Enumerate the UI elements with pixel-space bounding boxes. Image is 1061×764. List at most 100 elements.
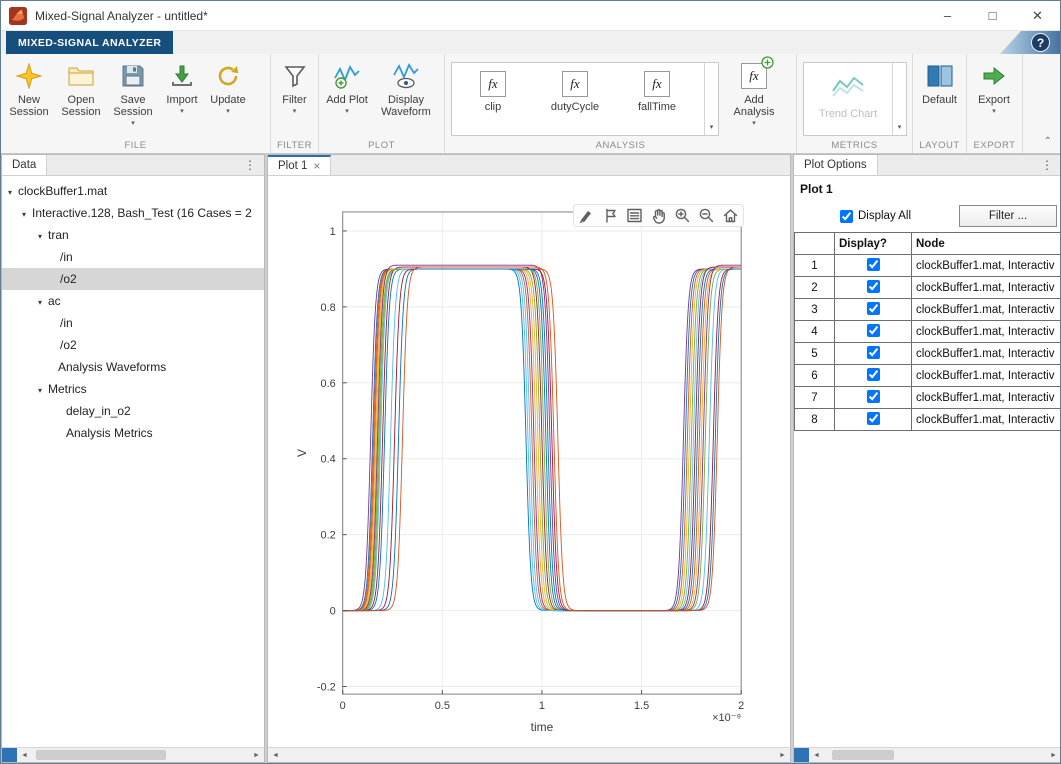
save-session-dropdown-icon[interactable]: ▾ [108, 119, 158, 128]
default-layout-button[interactable]: Default [916, 58, 963, 106]
data-panel-hscrollbar[interactable]: ◄ ► [2, 747, 264, 762]
tree-item[interactable]: /o2 [2, 268, 264, 290]
tree-item[interactable]: /in [2, 246, 264, 268]
scroll-left-icon[interactable]: ◄ [268, 752, 283, 759]
tree-item-label: ac [48, 294, 61, 308]
import-dropdown-icon[interactable]: ▾ [160, 107, 204, 116]
scroll-right-icon[interactable]: ► [775, 752, 790, 759]
table-row: 5clockBuffer1.mat, Interactiv [795, 343, 1061, 365]
scroll-left-icon[interactable]: ◄ [17, 752, 32, 759]
row-display-checkbox[interactable] [867, 368, 880, 381]
zoom-out-icon[interactable] [698, 207, 715, 224]
display-waveform-button[interactable]: Display Waveform [374, 58, 438, 118]
toolstrip-spacer: ⌃ [1023, 54, 1060, 153]
pan-icon[interactable] [650, 207, 667, 224]
tree-item[interactable]: /in [2, 312, 264, 334]
tree-item[interactable]: Analysis Metrics [2, 422, 264, 444]
tree-expander-icon[interactable]: ▾ [22, 204, 32, 226]
export-dropdown-icon[interactable]: ▾ [970, 107, 1018, 116]
panel-resize-grip[interactable] [2, 748, 17, 762]
legend-icon[interactable] [626, 207, 643, 224]
display-all-label[interactable]: Display All [858, 210, 911, 222]
add-analysis-icon: fx [726, 60, 782, 92]
add-analysis-button[interactable]: fx Add Analysis ▾ [726, 58, 782, 128]
tree-expander-icon[interactable]: ▾ [38, 292, 48, 314]
plot-options-hscrollbar[interactable]: ◄ ► [794, 747, 1061, 762]
tree-item[interactable]: ▾Interactive.128, Bash_Test (16 Cases = … [2, 202, 264, 224]
row-display-checkbox[interactable] [867, 412, 880, 425]
row-index: 7 [795, 387, 835, 409]
gallery-expand-icon[interactable]: ▾ [704, 63, 718, 135]
tree-expander-icon[interactable]: ▾ [8, 182, 18, 204]
row-display-checkbox[interactable] [867, 302, 880, 315]
update-button[interactable]: Update ▾ [206, 58, 250, 116]
tree-item[interactable]: ▾tran [2, 224, 264, 246]
row-display-checkbox[interactable] [867, 346, 880, 359]
filter-dropdown-icon[interactable]: ▾ [274, 107, 315, 116]
tree-item[interactable]: ▾Metrics [2, 378, 264, 400]
open-session-button[interactable]: Open Session [56, 58, 106, 118]
update-dropdown-icon[interactable]: ▾ [206, 107, 250, 116]
display-all-checkbox[interactable] [840, 210, 853, 223]
filter-button[interactable]: Filter ▾ [274, 58, 315, 116]
plot-panel-hscrollbar[interactable]: ◄ ► [268, 747, 790, 762]
scroll-right-icon[interactable]: ► [1046, 752, 1061, 759]
tree-expander-icon[interactable]: ▾ [38, 380, 48, 402]
trend-chart-button[interactable]: Trend Chart [804, 63, 892, 120]
minimize-button[interactable]: – [925, 1, 970, 30]
collapse-ribbon-icon[interactable]: ⌃ [1044, 136, 1052, 147]
save-session-button[interactable]: Save Session ▾ [108, 58, 158, 128]
add-plot-button[interactable]: Add Plot ▾ [322, 58, 372, 116]
import-button[interactable]: Import ▾ [160, 58, 204, 116]
home-icon[interactable] [722, 207, 739, 224]
analysis-falltime-button[interactable]: fx fallTime [616, 63, 698, 135]
scrollbar-thumb[interactable] [832, 750, 894, 760]
maximize-button[interactable]: □ [970, 1, 1015, 30]
analysis-clip-button[interactable]: fx clip [452, 63, 534, 135]
tree-expander-icon[interactable]: ▾ [38, 226, 48, 248]
add-analysis-dropdown-icon[interactable]: ▾ [726, 119, 782, 128]
tab-plot-1[interactable]: Plot 1 × [268, 155, 331, 175]
close-tab-icon[interactable]: × [313, 159, 320, 173]
datatip-icon[interactable] [602, 207, 619, 224]
plus-icon [761, 56, 774, 74]
update-refresh-icon [206, 60, 250, 92]
tree-item[interactable]: /o2 [2, 334, 264, 356]
export-button[interactable]: Export ▾ [970, 58, 1018, 116]
tree-item[interactable]: ▾clockBuffer1.mat [2, 180, 264, 202]
metrics-gallery-expand-icon[interactable]: ▾ [892, 63, 906, 135]
table-row: 2clockBuffer1.mat, Interactiv [795, 277, 1061, 299]
scrollbar-thumb[interactable] [36, 750, 166, 760]
add-plot-dropdown-icon[interactable]: ▾ [322, 107, 372, 116]
section-label-layout: LAYOUT [913, 140, 966, 151]
waveform-chart[interactable]: 00.511.52-0.200.20.40.60.81time×10⁻⁹V [268, 176, 790, 747]
row-display-checkbox[interactable] [867, 258, 880, 271]
table-row: 6clockBuffer1.mat, Interactiv [795, 365, 1061, 387]
tab-data[interactable]: Data [2, 155, 47, 175]
scroll-left-icon[interactable]: ◄ [809, 752, 824, 759]
row-node-label: clockBuffer1.mat, Interactiv [912, 255, 1061, 277]
analysis-dutycycle-button[interactable]: fx dutyCycle [534, 63, 616, 135]
tab-plot-options[interactable]: Plot Options [794, 155, 878, 175]
scroll-right-icon[interactable]: ► [249, 752, 264, 759]
row-display-checkbox[interactable] [867, 324, 880, 337]
new-session-button[interactable]: New Session [4, 58, 54, 118]
row-display-checkbox[interactable] [867, 390, 880, 403]
help-button[interactable]: ? [1031, 33, 1050, 52]
filter-dialog-button[interactable]: Filter ... [959, 205, 1057, 227]
tree-item[interactable]: ▾ac [2, 290, 264, 312]
close-button[interactable]: ✕ [1015, 1, 1060, 30]
data-panel-menu-icon[interactable]: ⋮ [236, 155, 264, 175]
tree-item[interactable]: Analysis Waveforms [2, 356, 264, 378]
brush-icon[interactable] [578, 207, 595, 224]
row-display-checkbox[interactable] [867, 280, 880, 293]
tree-item[interactable]: delay_in_o2 [2, 400, 264, 422]
zoom-in-icon[interactable] [674, 207, 691, 224]
ribbon-tab-mixed-signal-analyzer[interactable]: MIXED-SIGNAL ANALYZER [6, 31, 173, 54]
panel-resize-grip[interactable] [794, 748, 809, 762]
row-node-label: clockBuffer1.mat, Interactiv [912, 365, 1061, 387]
main-area: Data ⋮ ▾clockBuffer1.mat▾Interactive.128… [1, 154, 1060, 763]
plot-options-header: Plot Options ⋮ [794, 155, 1061, 176]
plot-options-menu-icon[interactable]: ⋮ [1033, 155, 1061, 175]
svg-text:1: 1 [539, 700, 545, 712]
